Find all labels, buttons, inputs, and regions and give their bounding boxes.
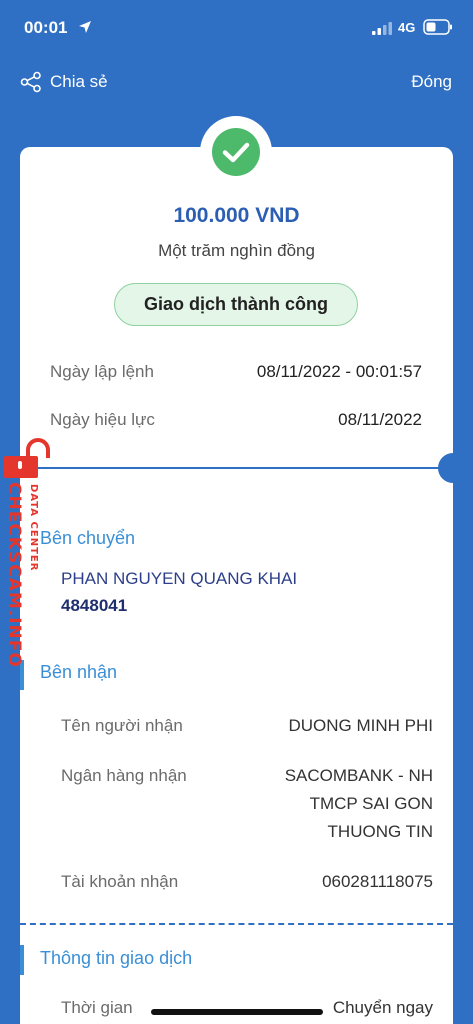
- location-arrow-icon: [79, 21, 91, 33]
- order-date-value: 08/11/2022 - 00:01:57: [256, 362, 422, 381]
- watermark-text: CHECKSCAM.INFO: [4, 482, 24, 668]
- receiver-account-label: Tài khoản nhận: [61, 872, 179, 891]
- share-button[interactable]: Chia sẻ: [20, 70, 108, 94]
- status-badge: Giao dịch thành công: [114, 283, 358, 326]
- receiver-bank-label: Ngân hàng nhận: [61, 766, 187, 785]
- receiver-bank-value: SACOMBANK - NH TMCP SAI GON THUONG TIN: [285, 762, 433, 846]
- lock-icon: [4, 438, 50, 478]
- transaction-time-value: Chuyển ngay: [332, 998, 433, 1017]
- receiver-account-value: 060281118075: [322, 872, 433, 891]
- receiver-name-label: Tên người nhận: [61, 716, 183, 735]
- battery-icon: [423, 19, 452, 35]
- receiver-bank-line1: SACOMBANK - NH: [284, 766, 433, 785]
- share-label: Chia sẻ: [50, 72, 108, 91]
- sender-name: PHAN NGUYEN QUANG KHAI: [61, 569, 298, 588]
- order-date-label: Ngày lập lệnh: [50, 362, 154, 381]
- share-icon: [20, 71, 41, 93]
- transaction-time-label: Thời gian: [61, 998, 133, 1017]
- effective-date-value: 08/11/2022: [338, 410, 422, 429]
- signal-icon: [372, 22, 392, 35]
- receiver-bank-line3: THUONG TIN: [327, 822, 433, 841]
- transaction-section-marker: [20, 945, 24, 975]
- close-button[interactable]: Đóng: [411, 72, 452, 92]
- effective-date-label: Ngày hiệu lực: [50, 410, 155, 429]
- home-indicator: [151, 1009, 323, 1015]
- sender-account: 4848041: [61, 596, 128, 615]
- network-type: 4G: [398, 20, 416, 35]
- receiver-bank-line2: TMCP SAI GON: [309, 794, 433, 813]
- status-time: 00:01: [24, 18, 68, 37]
- watermark-subtext: DATA CENTER: [28, 484, 39, 572]
- sender-section-title: Bên chuyển: [40, 528, 136, 548]
- amount-in-words: Một trăm nghìn đồng: [158, 241, 315, 260]
- transaction-section-title: Thông tin giao dịch: [40, 948, 193, 968]
- divider-notch: [438, 453, 468, 483]
- section-divider: [20, 467, 453, 469]
- receiver-name-value: DUONG MINH PHI: [288, 716, 434, 735]
- dashed-divider: [20, 923, 453, 925]
- check-icon: [212, 128, 260, 176]
- status-bar: 00:01 4G: [0, 0, 473, 56]
- transaction-amount: 100.000 VND: [173, 204, 300, 227]
- receiver-section-title: Bên nhận: [40, 662, 118, 682]
